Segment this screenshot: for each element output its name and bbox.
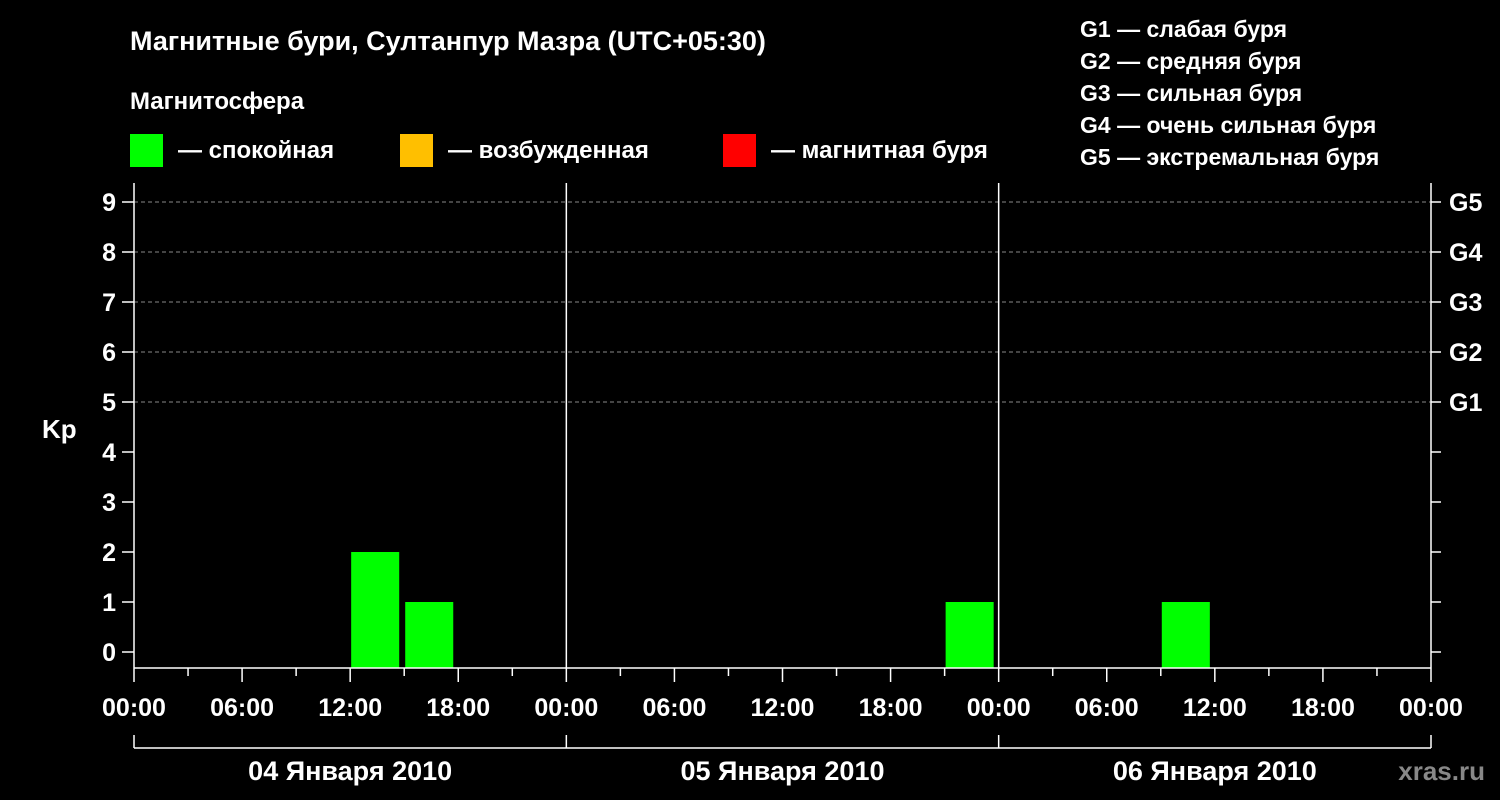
legend-label-0: — спокойная <box>178 137 334 164</box>
kp-bar-1 <box>405 602 454 668</box>
y-tick-label-0: 0 <box>102 639 116 667</box>
y-tick-label-6: 6 <box>102 339 116 367</box>
y-tick-label-2: 2 <box>102 539 116 567</box>
y-tick-label-1: 1 <box>102 589 116 617</box>
x-tick-label-10: 12:00 <box>1183 694 1247 722</box>
y-tick-label-4: 4 <box>102 439 116 467</box>
x-tick-label-8: 00:00 <box>967 694 1031 722</box>
x-tick-label-11: 18:00 <box>1291 694 1355 722</box>
day-label-0: 04 Января 2010 <box>248 756 452 786</box>
legend-label-1: — возбужденная <box>448 137 649 164</box>
watermark: xras.ru <box>1398 756 1485 786</box>
x-tick-label-5: 06:00 <box>642 694 706 722</box>
legend-swatch-0 <box>130 134 163 167</box>
g-scale-legend-item-3: G3 — сильная буря <box>1080 80 1302 106</box>
x-tick-label-2: 12:00 <box>318 694 382 722</box>
kp-bar-2 <box>945 602 994 668</box>
kp-bar-0 <box>351 552 400 668</box>
x-tick-label-1: 06:00 <box>210 694 274 722</box>
g-scale-legend-item-4: G4 — очень сильная буря <box>1080 112 1376 138</box>
x-tick-label-3: 18:00 <box>426 694 490 722</box>
kp-chart: Магнитные бури, Султанпур Мазра (UTC+05:… <box>42 16 1485 786</box>
legend-title: Магнитосфера <box>130 88 305 115</box>
x-tick-label-4: 00:00 <box>534 694 598 722</box>
x-tick-label-6: 12:00 <box>751 694 815 722</box>
kp-bar-3 <box>1161 602 1210 668</box>
g-scale-tick-label-G2: G2 <box>1449 339 1482 367</box>
x-tick-label-9: 06:00 <box>1075 694 1139 722</box>
x-tick-label-0: 00:00 <box>102 694 166 722</box>
x-tick-label-12: 00:00 <box>1399 694 1463 722</box>
chart-title: Магнитные бури, Султанпур Мазра (UTC+05:… <box>130 26 766 56</box>
legend-label-2: — магнитная буря <box>771 137 988 164</box>
legend-items: — спокойная — возбужденная — магнитная бур… <box>130 134 988 167</box>
g-scale-legend-item-5: G5 — экстремальная буря <box>1080 144 1379 170</box>
g-scale-legend-item-2: G2 — средняя буря <box>1080 48 1301 74</box>
y-axis-label: Kp <box>42 414 77 444</box>
y-tick-label-8: 8 <box>102 239 116 267</box>
y-tick-label-7: 7 <box>102 289 116 317</box>
g-scale-tick-label-G4: G4 <box>1449 239 1482 267</box>
g-scale-tick-label-G1: G1 <box>1449 389 1482 417</box>
g-scale-tick-label-G3: G3 <box>1449 289 1482 317</box>
y-tick-label-5: 5 <box>102 389 116 417</box>
y-tick-label-3: 3 <box>102 489 116 517</box>
plot-area: 0 1 2 3 4 5 6 7 8 9 G1 G2 G3 G4 G5 00:00 06:00 12:00 18:00… <box>102 183 1482 786</box>
legend-swatch-2 <box>723 134 756 167</box>
g-scale-legend: G1 — слабая буря G2 — средняя буря G3 — си… <box>1080 16 1379 170</box>
y-tick-label-9: 9 <box>102 189 116 217</box>
day-label-2: 06 Января 2010 <box>1113 756 1317 786</box>
g-scale-legend-item-1: G1 — слабая буря <box>1080 16 1287 42</box>
x-tick-label-7: 18:00 <box>859 694 923 722</box>
legend-swatch-1 <box>400 134 433 167</box>
g-scale-tick-label-G5: G5 <box>1449 189 1482 217</box>
day-label-1: 05 Января 2010 <box>681 756 885 786</box>
